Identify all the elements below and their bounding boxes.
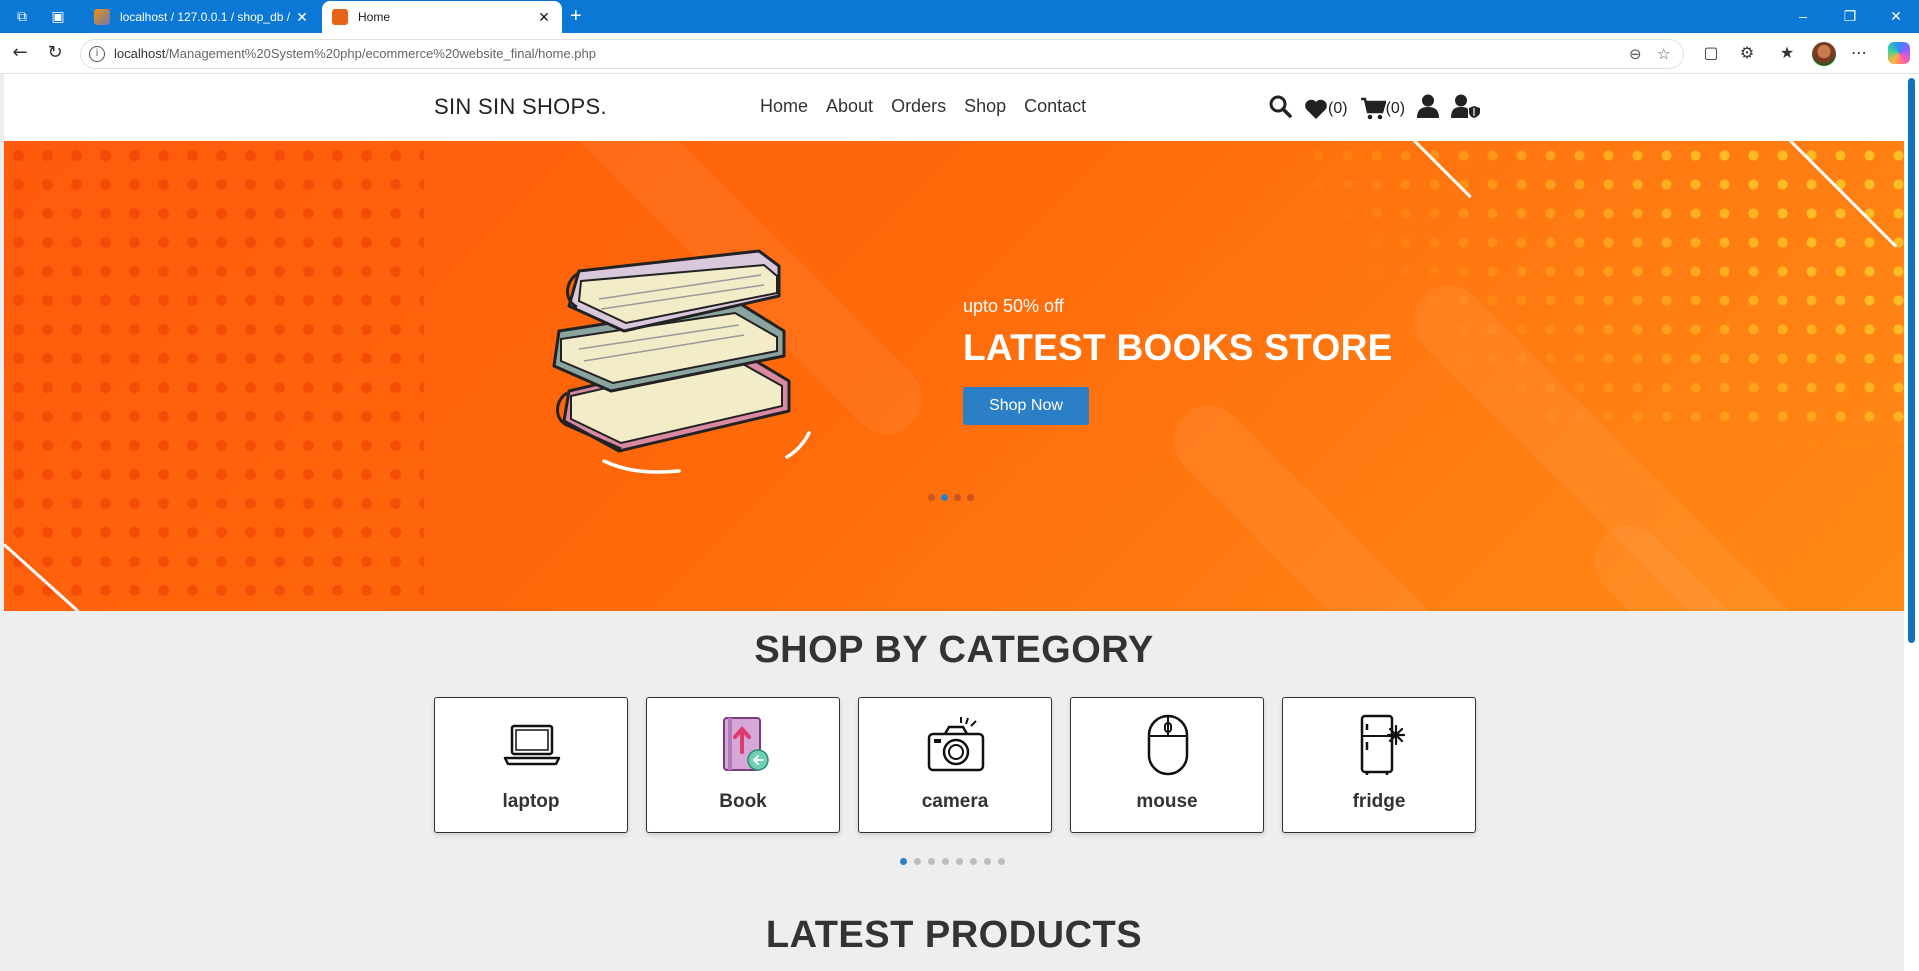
latest-products-heading: LATEST PRODUCTS xyxy=(765,914,1143,956)
browser-tab-bar: ⧉ ▣ localhost / 127.0.0.1 / shop_db / c … xyxy=(0,0,1919,33)
hero-dot-active[interactable] xyxy=(941,494,948,501)
copilot-icon[interactable] xyxy=(1888,42,1910,64)
new-tab-button[interactable]: + xyxy=(570,5,582,28)
site-info-icon[interactable]: i xyxy=(89,46,105,62)
tab-title: localhost / 127.0.0.1 / shop_db / c xyxy=(120,10,294,24)
phpmyadmin-icon xyxy=(94,9,110,25)
page-scrollbar[interactable] xyxy=(1904,74,1919,971)
hero-title: LATEST BOOKS STORE xyxy=(963,327,1393,368)
header-icons: (0) (0) xyxy=(1268,94,1481,123)
close-icon[interactable]: ✕ xyxy=(536,9,552,26)
url-field[interactable]: i localhost/Management%20System%20php/ec… xyxy=(80,39,1684,69)
minimize-button[interactable]: – xyxy=(1780,0,1826,33)
wishlist-count: (0) xyxy=(1328,99,1348,117)
mouse-icon xyxy=(1147,714,1189,776)
category-dot-active[interactable] xyxy=(900,858,907,865)
cart-link[interactable]: (0) xyxy=(1360,97,1406,121)
admin-icon[interactable] xyxy=(1451,94,1481,123)
shop-now-button[interactable]: Shop Now xyxy=(963,387,1089,425)
cart-count: (0) xyxy=(1385,99,1406,117)
category-dot[interactable] xyxy=(928,858,935,865)
nav-orders[interactable]: Orders xyxy=(891,96,946,117)
url-text: localhost/Management%20System%20php/ecom… xyxy=(114,46,597,61)
hero-pagination xyxy=(928,494,974,501)
favorite-star-icon[interactable]: ☆ xyxy=(1657,45,1670,63)
category-label: camera xyxy=(921,791,989,812)
category-label: mouse xyxy=(1136,791,1198,812)
hero-banner: upto 50% off LATEST BOOKS STORE Shop Now xyxy=(4,141,1904,611)
category-card-mouse[interactable]: mouse xyxy=(1070,697,1264,833)
split-screen-icon[interactable]: ▢ xyxy=(1700,42,1722,64)
close-icon[interactable]: ✕ xyxy=(294,9,310,26)
zoom-icon[interactable]: ⊖ xyxy=(1629,45,1642,63)
tab-phpmyadmin[interactable]: localhost / 127.0.0.1 / shop_db / c ✕ xyxy=(84,1,320,33)
books-illustration xyxy=(552,249,811,474)
back-button[interactable]: ← xyxy=(8,41,32,65)
hero-subtitle: upto 50% off xyxy=(963,296,1064,316)
category-dot[interactable] xyxy=(998,858,1005,865)
site-logo[interactable]: SIN SIN SHOPS. xyxy=(434,94,607,120)
category-carousel: laptop Book camera mouse fridge xyxy=(434,697,1476,833)
category-label: Book xyxy=(719,791,767,812)
hero-dot[interactable] xyxy=(928,494,935,501)
category-label: fridge xyxy=(1352,791,1406,812)
scrollbar-thumb[interactable] xyxy=(1908,78,1915,643)
restore-button[interactable]: ❐ xyxy=(1827,0,1873,33)
category-label: laptop xyxy=(502,791,560,812)
hero-dot[interactable] xyxy=(954,494,961,501)
site-header: SIN SIN SHOPS. Home About Orders Shop Co… xyxy=(4,74,1904,141)
window-close-button[interactable]: ✕ xyxy=(1873,0,1919,33)
main-nav: Home About Orders Shop Contact xyxy=(760,96,1086,117)
nav-about[interactable]: About xyxy=(826,96,873,117)
refresh-button[interactable]: ↻ xyxy=(43,41,67,65)
profile-avatar[interactable] xyxy=(1812,42,1836,66)
favorites-icon[interactable]: ★ xyxy=(1776,42,1798,64)
book-icon xyxy=(723,717,769,771)
category-dot[interactable] xyxy=(914,858,921,865)
page: SIN SIN SHOPS. Home About Orders Shop Co… xyxy=(4,74,1904,971)
category-dot[interactable] xyxy=(942,858,949,865)
nav-home[interactable]: Home xyxy=(760,96,808,117)
hero-dots-decoration xyxy=(1304,141,1904,441)
search-icon[interactable] xyxy=(1268,94,1292,123)
tab-actions-icon[interactable]: ▣ xyxy=(48,7,68,27)
hero-dot[interactable] xyxy=(967,494,974,501)
site-favicon-icon xyxy=(332,9,348,25)
category-pagination xyxy=(900,858,1005,865)
nav-shop[interactable]: Shop xyxy=(964,96,1006,117)
laptop-icon xyxy=(503,724,561,766)
category-card-camera[interactable]: camera xyxy=(858,697,1052,833)
user-icon[interactable] xyxy=(1417,94,1440,123)
category-card-book[interactable]: Book xyxy=(646,697,840,833)
extensions-icon[interactable]: ⚙ xyxy=(1736,42,1758,64)
category-card-fridge[interactable]: fridge xyxy=(1282,697,1476,833)
tab-title: Home xyxy=(358,10,391,24)
tab-home[interactable]: Home ✕ xyxy=(322,1,562,33)
category-dot[interactable] xyxy=(984,858,991,865)
heart-icon xyxy=(1305,99,1327,119)
category-dot[interactable] xyxy=(956,858,963,865)
category-heading: SHOP BY CATEGORY xyxy=(754,629,1154,671)
category-dot[interactable] xyxy=(970,858,977,865)
more-icon[interactable]: ⋯ xyxy=(1848,42,1870,64)
fridge-icon xyxy=(1360,714,1406,775)
address-bar: ← ↻ i localhost/Management%20System%20ph… xyxy=(0,33,1919,74)
category-card-laptop[interactable]: laptop xyxy=(434,697,628,833)
cart-icon xyxy=(1360,97,1386,119)
nav-contact[interactable]: Contact xyxy=(1024,96,1086,117)
wishlist-link[interactable]: (0) xyxy=(1304,98,1348,120)
camera-icon xyxy=(927,717,985,772)
workspaces-icon[interactable]: ⧉ xyxy=(12,7,32,27)
hero-dots-decoration xyxy=(4,141,424,611)
